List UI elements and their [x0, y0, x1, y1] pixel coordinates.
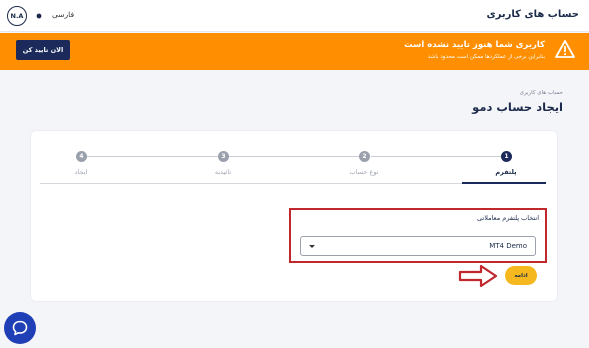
step-label-account-type: نوع حساب	[349, 168, 379, 176]
warning-icon	[555, 40, 575, 58]
stepper-active-indicator	[462, 182, 546, 184]
platform-select[interactable]: MT4 Demo	[300, 236, 536, 256]
stepper-connector	[87, 156, 218, 157]
language-switcher[interactable]: فارسی	[52, 10, 74, 19]
banner-title: کاربری شما هنوز تایید نشده است	[404, 40, 545, 50]
top-bar: حساب های کاربری N.A فارسی	[0, 0, 589, 32]
chevron-down-icon	[309, 245, 315, 248]
continue-button[interactable]: ادامه	[505, 266, 537, 285]
step-label-confirmation: تائیدیه	[214, 168, 232, 176]
banner-subtitle: بنابراین برخی از عملکردها ممکن است محدود…	[427, 54, 545, 60]
step-label-create: ایجاد	[74, 168, 88, 176]
step-4-dot: 4	[76, 151, 87, 162]
stepper-connector	[229, 156, 360, 157]
step-2-dot: 2	[359, 151, 370, 162]
page-title: ایجاد حساب دمو	[472, 100, 563, 114]
step-3-dot: 3	[218, 151, 229, 162]
verification-banner: کاربری شما هنوز تایید نشده است بنابراین …	[0, 33, 589, 70]
stepper-connector	[371, 156, 501, 157]
avatar[interactable]: N.A	[7, 6, 27, 26]
sun-icon[interactable]	[35, 12, 43, 20]
step-1-dot: 1	[501, 151, 512, 162]
chat-button[interactable]	[4, 312, 36, 344]
step-label-platform: پلتفرم	[495, 168, 517, 176]
platform-select-value: MT4 Demo	[489, 242, 527, 250]
platform-field-label: انتخاب پلتفرم معاملاتی	[476, 214, 539, 222]
verify-now-button[interactable]: الان تایید کن	[16, 40, 70, 60]
breadcrumb[interactable]: حساب های کاربری	[520, 90, 563, 96]
app-title: حساب های کاربری	[486, 9, 579, 20]
chat-icon	[12, 320, 28, 336]
arrow-right-icon	[458, 264, 498, 288]
